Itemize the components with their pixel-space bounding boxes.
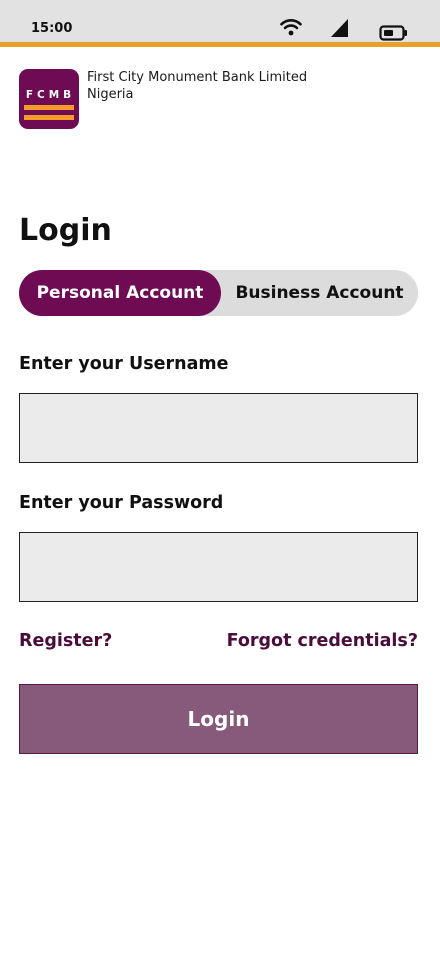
username-label: Enter your Username — [19, 354, 229, 374]
tab-business-account[interactable]: Business Account — [221, 270, 418, 316]
password-label: Enter your Password — [19, 493, 224, 513]
logo-stripe — [24, 115, 74, 120]
login-button[interactable]: Login — [19, 684, 418, 754]
logo-stripe — [24, 105, 74, 110]
battery-icon — [379, 25, 409, 45]
forgot-credentials-link[interactable]: Forgot credentials? — [227, 631, 418, 651]
bank-logo: FCMB — [19, 69, 79, 129]
wifi-icon — [280, 18, 302, 40]
logo-text: FCMB — [25, 89, 76, 101]
register-link[interactable]: Register? — [19, 631, 112, 651]
account-type-toggle: Personal Account Business Account — [19, 270, 418, 316]
signal-icon — [330, 18, 350, 42]
status-bar: 15:00 — [0, 0, 440, 47]
page-title: Login — [19, 213, 112, 248]
username-input[interactable] — [19, 393, 418, 463]
password-input[interactable] — [19, 532, 418, 602]
status-time: 15:00 — [31, 21, 73, 36]
login-screen: 15:00 FCMB First City Monument Bank Limi… — [0, 0, 440, 956]
bank-name-line: First City Monument Bank Limited — [87, 70, 308, 85]
tab-personal-account[interactable]: Personal Account — [19, 270, 221, 316]
bank-country: Nigeria — [87, 87, 134, 102]
bank-name: First City Monument Bank Limited Nigeria — [87, 69, 407, 103]
